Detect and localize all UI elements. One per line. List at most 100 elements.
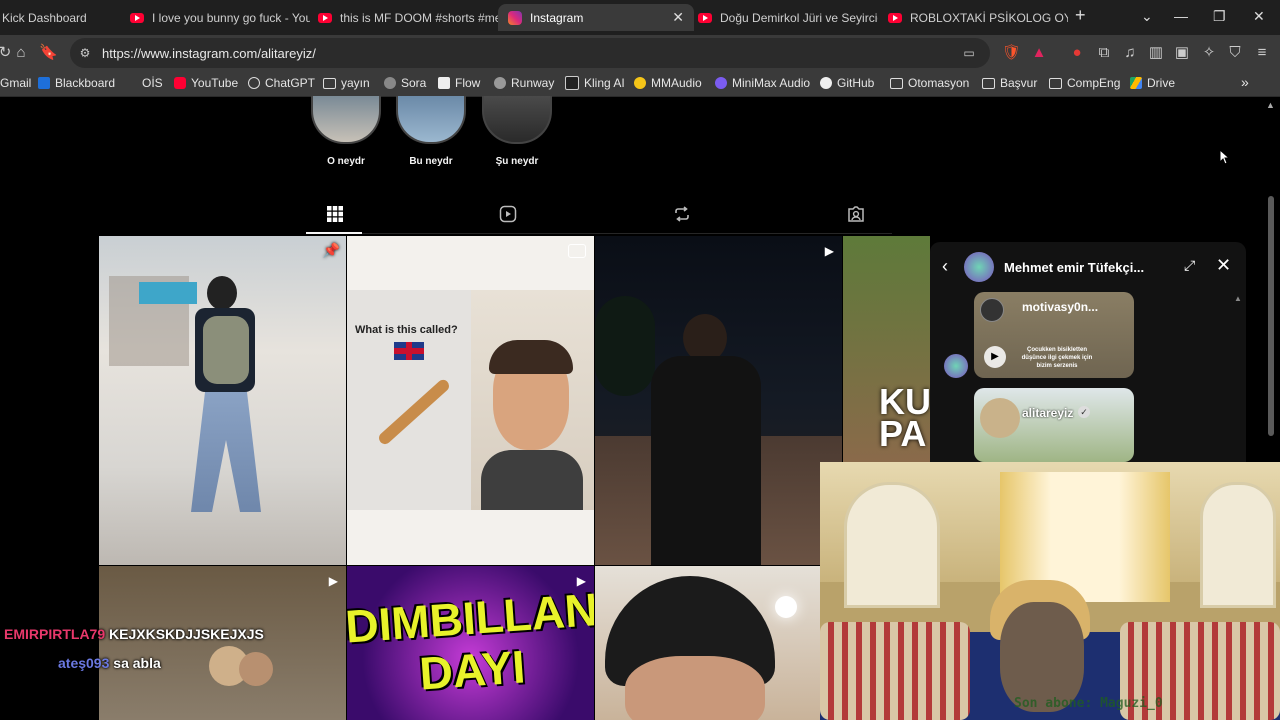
window	[1200, 482, 1276, 608]
chat-contact-name[interactable]: Mehmet emir Tüfekçi...	[1004, 260, 1144, 275]
scroll-up-icon[interactable]: ▲	[1266, 100, 1275, 110]
story-highlight[interactable]: O neydr	[311, 96, 381, 167]
tab-youtube-4[interactable]: ROBLOXTAKİ PSİKOLOG OYUNU	[880, 4, 1068, 31]
youtube-icon	[130, 12, 144, 23]
folder-icon	[323, 77, 336, 89]
address-bar[interactable]: ⚙ https://www.instagram.com/alitareyiz/ …	[70, 38, 990, 68]
brave-shield-icon[interactable]: 🛡	[1002, 44, 1021, 62]
brave-rewards-icon[interactable]: ▲	[1030, 44, 1048, 62]
bookmark-label: CompEng	[1067, 76, 1121, 90]
uk-flag-icon	[394, 342, 424, 360]
tab-kick-dashboard[interactable]: Kick Dashboard	[0, 4, 114, 31]
tab-reels[interactable]	[498, 205, 518, 225]
story-highlight[interactable]: Bu neydr	[396, 96, 466, 167]
bookmark-kling-ai[interactable]: Kling AI	[565, 76, 625, 90]
cast-icon[interactable]: ▭	[960, 44, 978, 62]
avatar[interactable]	[964, 252, 994, 282]
highlight-thumbnail	[396, 96, 466, 144]
record-icon[interactable]: ●	[1068, 44, 1086, 62]
close-icon[interactable]: ✕	[672, 9, 684, 26]
bookmark-label: Başvur	[1000, 76, 1038, 90]
close-icon[interactable]: ✕	[1216, 255, 1231, 276]
bookmark-blackboard[interactable]: Blackboard	[38, 76, 115, 90]
tagged-icon	[848, 206, 864, 222]
bookmark-label: Drive	[1147, 76, 1176, 90]
bookmark-mmaudio[interactable]: MMAudio	[634, 76, 702, 90]
shared-reel-card[interactable]: motivasy0n... ▶ Çocukken bisikletten düş…	[974, 292, 1134, 378]
site-settings-icon[interactable]: ⚙	[76, 44, 94, 62]
post-thumbnail[interactable]	[595, 566, 820, 720]
sora-icon	[384, 77, 396, 89]
tab-instagram[interactable]: Instagram ✕	[498, 4, 694, 31]
story-highlight[interactable]: Şu neydr	[482, 96, 552, 167]
bookmark-label: Sora	[401, 76, 427, 90]
bookmark-flow[interactable]: Flow	[438, 76, 480, 90]
shared-caption: Çocukken bisikletten düşünce ilgi çekmek…	[1021, 347, 1093, 369]
highlight-label: O neydr	[327, 156, 365, 167]
tree	[595, 296, 655, 396]
bookmark-runway[interactable]: Runway	[494, 76, 554, 90]
vpn-icon[interactable]: ⛉	[1226, 44, 1244, 62]
folder-icon	[890, 77, 903, 89]
tab-title: I love you bunny go fuck - YouT	[152, 10, 310, 25]
bookmark-ois[interactable]: OİS	[142, 76, 163, 90]
bookmark-otomasyon[interactable]: Otomasyon	[890, 76, 969, 90]
bookmark-label: MMAudio	[651, 76, 702, 90]
bookmark-gmail[interactable]: Gmail	[0, 76, 31, 90]
post-overlay-text: KU PA	[879, 381, 930, 454]
tab-posts[interactable]	[325, 205, 345, 225]
bookmark-label: YouTube	[191, 76, 239, 90]
new-tab-button[interactable]: +	[1075, 5, 1086, 26]
window-close-icon[interactable]: ✕	[1253, 8, 1265, 25]
bookmark-basvur[interactable]: Başvur	[982, 76, 1037, 90]
tab-youtube-3[interactable]: Doğu Demirkol Jüri ve Seyircid	[690, 4, 878, 31]
tab-title: Instagram	[530, 10, 584, 25]
bookmark-icon[interactable]: 🔖	[39, 44, 58, 62]
post-thumbnail[interactable]: ▶	[99, 566, 346, 720]
post-thumbnail[interactable]: ▶	[595, 236, 842, 565]
menu-icon[interactable]: ≡	[1253, 44, 1271, 62]
wallet-icon[interactable]: ▣	[1173, 44, 1191, 62]
bookmark-sora[interactable]: Sora	[384, 76, 426, 90]
bookmark-youtube[interactable]: YouTube	[174, 76, 238, 90]
shared-account-name: alitareyiz	[1022, 406, 1074, 420]
more-bookmarks-icon[interactable]: »	[1241, 74, 1249, 90]
shared-profile-card[interactable]: alitareyiz ✓	[974, 388, 1134, 462]
tab-search-chevron-icon[interactable]: ⌄	[1141, 8, 1153, 25]
back-arrow-icon[interactable]: ‹	[942, 256, 948, 277]
tab-reposts[interactable]	[672, 205, 692, 225]
tab-title: Doğu Demirkol Jüri ve Seyircid	[720, 10, 878, 25]
reel-icon: ▶	[824, 244, 834, 258]
play-icon[interactable]: ▶	[984, 346, 1006, 368]
extensions-icon[interactable]: ⧉	[1095, 44, 1113, 62]
tab-tagged[interactable]	[846, 205, 866, 225]
minimize-icon[interactable]: —	[1174, 8, 1188, 24]
post-question-text: What is this called?	[355, 324, 458, 336]
bookmark-github[interactable]: GitHub	[820, 76, 874, 90]
bookmark-yayin[interactable]: yayın	[323, 76, 370, 90]
bookmark-minimax-audio[interactable]: MiniMax Audio	[715, 76, 810, 90]
post-thumbnail[interactable]: KU PA	[843, 236, 930, 462]
expand-icon[interactable]: ⤢	[1184, 257, 1195, 274]
active-tab-indicator	[306, 232, 362, 234]
hair	[489, 340, 573, 374]
bookmark-drive[interactable]: Drive	[1130, 76, 1175, 90]
bookmark-chatgpt[interactable]: ChatGPT	[248, 76, 315, 90]
sidebar-icon[interactable]: ▥	[1147, 44, 1165, 62]
tab-youtube-2[interactable]: this is MF DOOM #shorts #me	[310, 4, 498, 31]
youtube-icon	[698, 12, 712, 23]
chat-scroll-up-icon[interactable]: ▲	[1234, 294, 1242, 303]
leo-ai-icon[interactable]: ✧	[1200, 44, 1218, 62]
post-thumbnail[interactable]: 📌	[99, 236, 346, 565]
scrollbar-thumb[interactable]	[1268, 196, 1274, 436]
media-icon[interactable]: ♫	[1121, 44, 1139, 62]
bookmark-compeng[interactable]: CompEng	[1049, 76, 1120, 90]
reel-icon: ▶	[328, 574, 338, 588]
post-thumbnail[interactable]: DIMBILLAN DAYI ▶	[347, 566, 594, 720]
post-thumbnail[interactable]: What is this called?	[347, 236, 594, 565]
chat-username: EMIRPIRTLA79	[4, 626, 106, 642]
tab-title: Kick Dashboard	[2, 10, 87, 25]
home-icon[interactable]: ⌂	[12, 44, 30, 62]
tab-youtube-1[interactable]: I love you bunny go fuck - YouT	[122, 4, 310, 31]
restore-icon[interactable]: ❐	[1213, 8, 1226, 25]
